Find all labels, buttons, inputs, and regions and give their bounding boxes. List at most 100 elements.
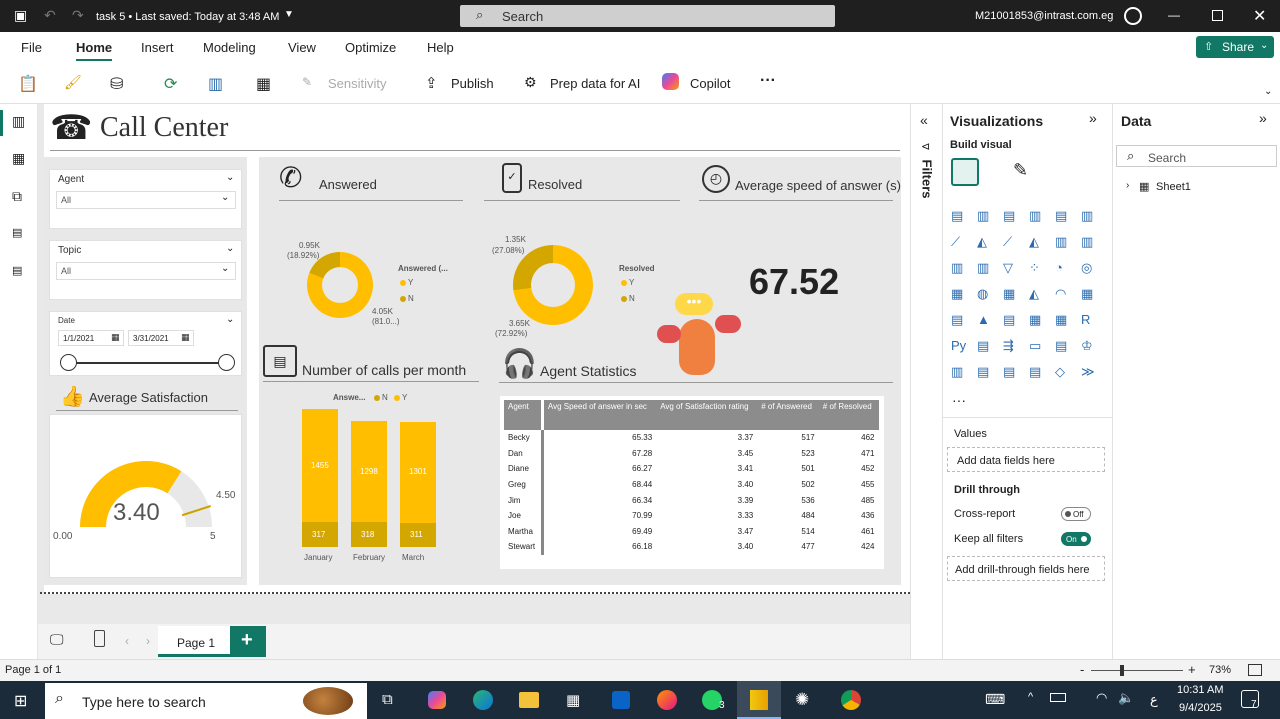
date-to-input[interactable]: 3/31/2021 ▦ <box>128 330 194 346</box>
visual-type-icon[interactable]: ◔ <box>1055 260 1063 275</box>
table-row[interactable]: Greg 68.44 3.40 502 455 <box>504 476 879 493</box>
copilot-app-icon[interactable] <box>428 691 446 709</box>
taskbar-search[interactable]: ⌕ Type here to search <box>45 683 367 719</box>
table-row[interactable]: Dan 67.28 3.45 523 471 <box>504 445 879 462</box>
table-row[interactable]: Stewart 66.18 3.40 477 424 <box>504 539 879 555</box>
visual-type-icon[interactable]: ▥ <box>977 260 989 276</box>
visual-type-icon[interactable]: ▥ <box>951 260 963 276</box>
next-page-icon[interactable]: › <box>146 634 150 648</box>
copilot-icon[interactable] <box>662 73 679 90</box>
search-box[interactable]: ⌕ Search <box>460 5 835 27</box>
table-column-header[interactable]: # of Answered <box>757 400 819 430</box>
visual-type-icon[interactable]: ⟋ <box>1003 234 1012 250</box>
firefox-icon[interactable] <box>657 690 677 710</box>
expand-chevron-icon[interactable]: » <box>1259 110 1267 126</box>
add-page-button[interactable]: + <box>230 626 266 657</box>
tray-chevron-icon[interactable]: ^ <box>1028 691 1033 703</box>
visual-type-icon[interactable]: ▦ <box>1055 312 1067 328</box>
battery-icon[interactable] <box>1050 693 1066 702</box>
visual-type-icon[interactable]: ▥ <box>1055 234 1067 250</box>
new-visual-icon[interactable]: ▥ <box>208 74 223 94</box>
keyboard-icon[interactable]: ⌨ <box>985 691 1005 708</box>
windows-start-icon[interactable]: ⊞ <box>14 691 27 711</box>
chevron-down-icon[interactable]: ⌄ <box>226 243 234 254</box>
menu-optimize[interactable]: Optimize <box>345 40 396 55</box>
clock-date[interactable]: 9/4/2025 <box>1179 702 1222 714</box>
data-search-input[interactable]: ⌕ Search <box>1116 145 1277 167</box>
visual-type-icon[interactable]: ▭ <box>1029 338 1041 354</box>
redo-icon[interactable]: ↷ <box>72 7 84 24</box>
visual-type-icon[interactable]: ▥ <box>1081 234 1093 250</box>
table-column-header[interactable]: Agent <box>504 400 544 430</box>
get-data-icon[interactable]: ⛁ <box>110 74 123 94</box>
zoom-slider-thumb[interactable] <box>1120 665 1124 676</box>
prep-data-button[interactable]: Prep data for AI <box>550 76 640 91</box>
visual-type-icon[interactable]: ▥ <box>1029 208 1041 224</box>
visual-type-icon[interactable]: ◎ <box>1081 260 1092 276</box>
table-row[interactable]: Joe 70.99 3.33 484 436 <box>504 507 879 524</box>
prev-page-icon[interactable]: ‹ <box>125 634 129 648</box>
collapse-chevron-icon[interactable]: « <box>920 112 928 128</box>
volume-icon[interactable]: 🔈 <box>1118 690 1134 706</box>
resolved-donut[interactable] <box>513 245 593 325</box>
visual-type-icon[interactable]: ▦ <box>1003 286 1015 302</box>
table-row[interactable]: Becky 65.33 3.37 517 462 <box>504 430 879 446</box>
visual-type-icon[interactable]: ⇶ <box>1003 338 1014 354</box>
wifi-icon[interactable]: ◠ <box>1096 690 1107 706</box>
table-column-header[interactable]: # of Resolved <box>818 400 879 430</box>
visual-type-icon[interactable]: ▤ <box>977 364 989 380</box>
visual-type-icon[interactable]: ▥ <box>951 364 963 380</box>
more-options[interactable]: ··· <box>760 72 776 90</box>
visual-type-icon[interactable]: ▤ <box>1003 364 1015 380</box>
dax-view-icon[interactable]: ▤ <box>12 226 22 239</box>
visual-type-icon[interactable]: ▤ <box>1003 312 1015 328</box>
visual-type-icon[interactable]: R <box>1081 312 1090 327</box>
clock-time[interactable]: 10:31 AM <box>1177 684 1223 696</box>
share-button[interactable]: ⇧ Share ⌄ <box>1196 36 1274 58</box>
visual-type-icon[interactable]: ♔ <box>1081 338 1093 354</box>
chrome-icon[interactable] <box>841 690 861 710</box>
visual-type-icon[interactable]: ▲ <box>977 312 990 327</box>
visual-type-icon[interactable]: ▤ <box>1003 208 1015 224</box>
visual-type-icon[interactable]: ◭ <box>1029 234 1039 250</box>
visual-type-icon[interactable]: ▽ <box>1003 260 1013 276</box>
visual-type-icon[interactable]: ▤ <box>977 338 989 354</box>
publish-icon[interactable]: ⇪ <box>425 74 438 92</box>
visual-type-icon[interactable]: ▦ <box>1029 312 1041 328</box>
undo-icon[interactable]: ↶ <box>44 7 56 24</box>
menu-view[interactable]: View <box>288 40 316 55</box>
language-indicator[interactable]: ع <box>1150 692 1158 708</box>
visual-type-icon[interactable]: ◭ <box>1029 286 1039 302</box>
menu-file[interactable]: File <box>21 40 42 55</box>
table-column-header[interactable]: Avg Speed of answer in sec <box>542 400 657 430</box>
minimize-icon[interactable]: — <box>1168 8 1180 22</box>
chevron-down-icon[interactable]: ⌄ <box>226 172 234 183</box>
chevron-down-icon[interactable]: ⌄ <box>226 314 234 325</box>
file-explorer-icon[interactable] <box>519 692 539 708</box>
zoom-in-button[interactable]: + <box>1188 662 1196 677</box>
sensitivity-icon[interactable]: ✎ <box>302 75 312 89</box>
more-visuals[interactable]: ··· <box>952 392 966 408</box>
zoom-out-button[interactable]: - <box>1080 662 1084 677</box>
table-row[interactable]: Martha 69.49 3.47 514 461 <box>504 523 879 540</box>
visual-type-icon[interactable]: ▥ <box>1081 208 1093 224</box>
prep-data-icon[interactable]: ⚙ <box>524 74 537 91</box>
refresh-icon[interactable]: ⟳ <box>164 74 177 94</box>
visual-type-icon[interactable]: ⁘ <box>1029 260 1040 276</box>
visual-type-icon[interactable]: ▦ <box>1081 286 1093 302</box>
edge-icon[interactable] <box>473 690 493 710</box>
save-icon[interactable]: ▣ <box>14 7 27 24</box>
report-view-icon[interactable] <box>0 110 3 136</box>
table-row[interactable]: Jim 66.34 3.39 536 485 <box>504 492 879 508</box>
task-view-icon[interactable]: ⧉ <box>382 691 393 708</box>
topic-slicer[interactable]: Topic ⌄ All ⌄ <box>49 240 242 300</box>
user-email[interactable]: M21001853@intrast.com.eg <box>975 10 1113 22</box>
maximize-icon[interactable] <box>1212 10 1223 21</box>
avatar[interactable] <box>1124 7 1142 25</box>
agents-table[interactable]: Agent Avg Speed of answer in sec Avg of Sa… <box>504 400 880 555</box>
topic-dropdown[interactable]: All ⌄ <box>56 262 236 280</box>
menu-modeling[interactable]: Modeling <box>203 40 256 55</box>
answered-donut[interactable] <box>307 252 373 318</box>
visual-type-icon[interactable]: ⟋ <box>951 234 960 250</box>
store-icon[interactable]: ▦ <box>566 691 580 709</box>
